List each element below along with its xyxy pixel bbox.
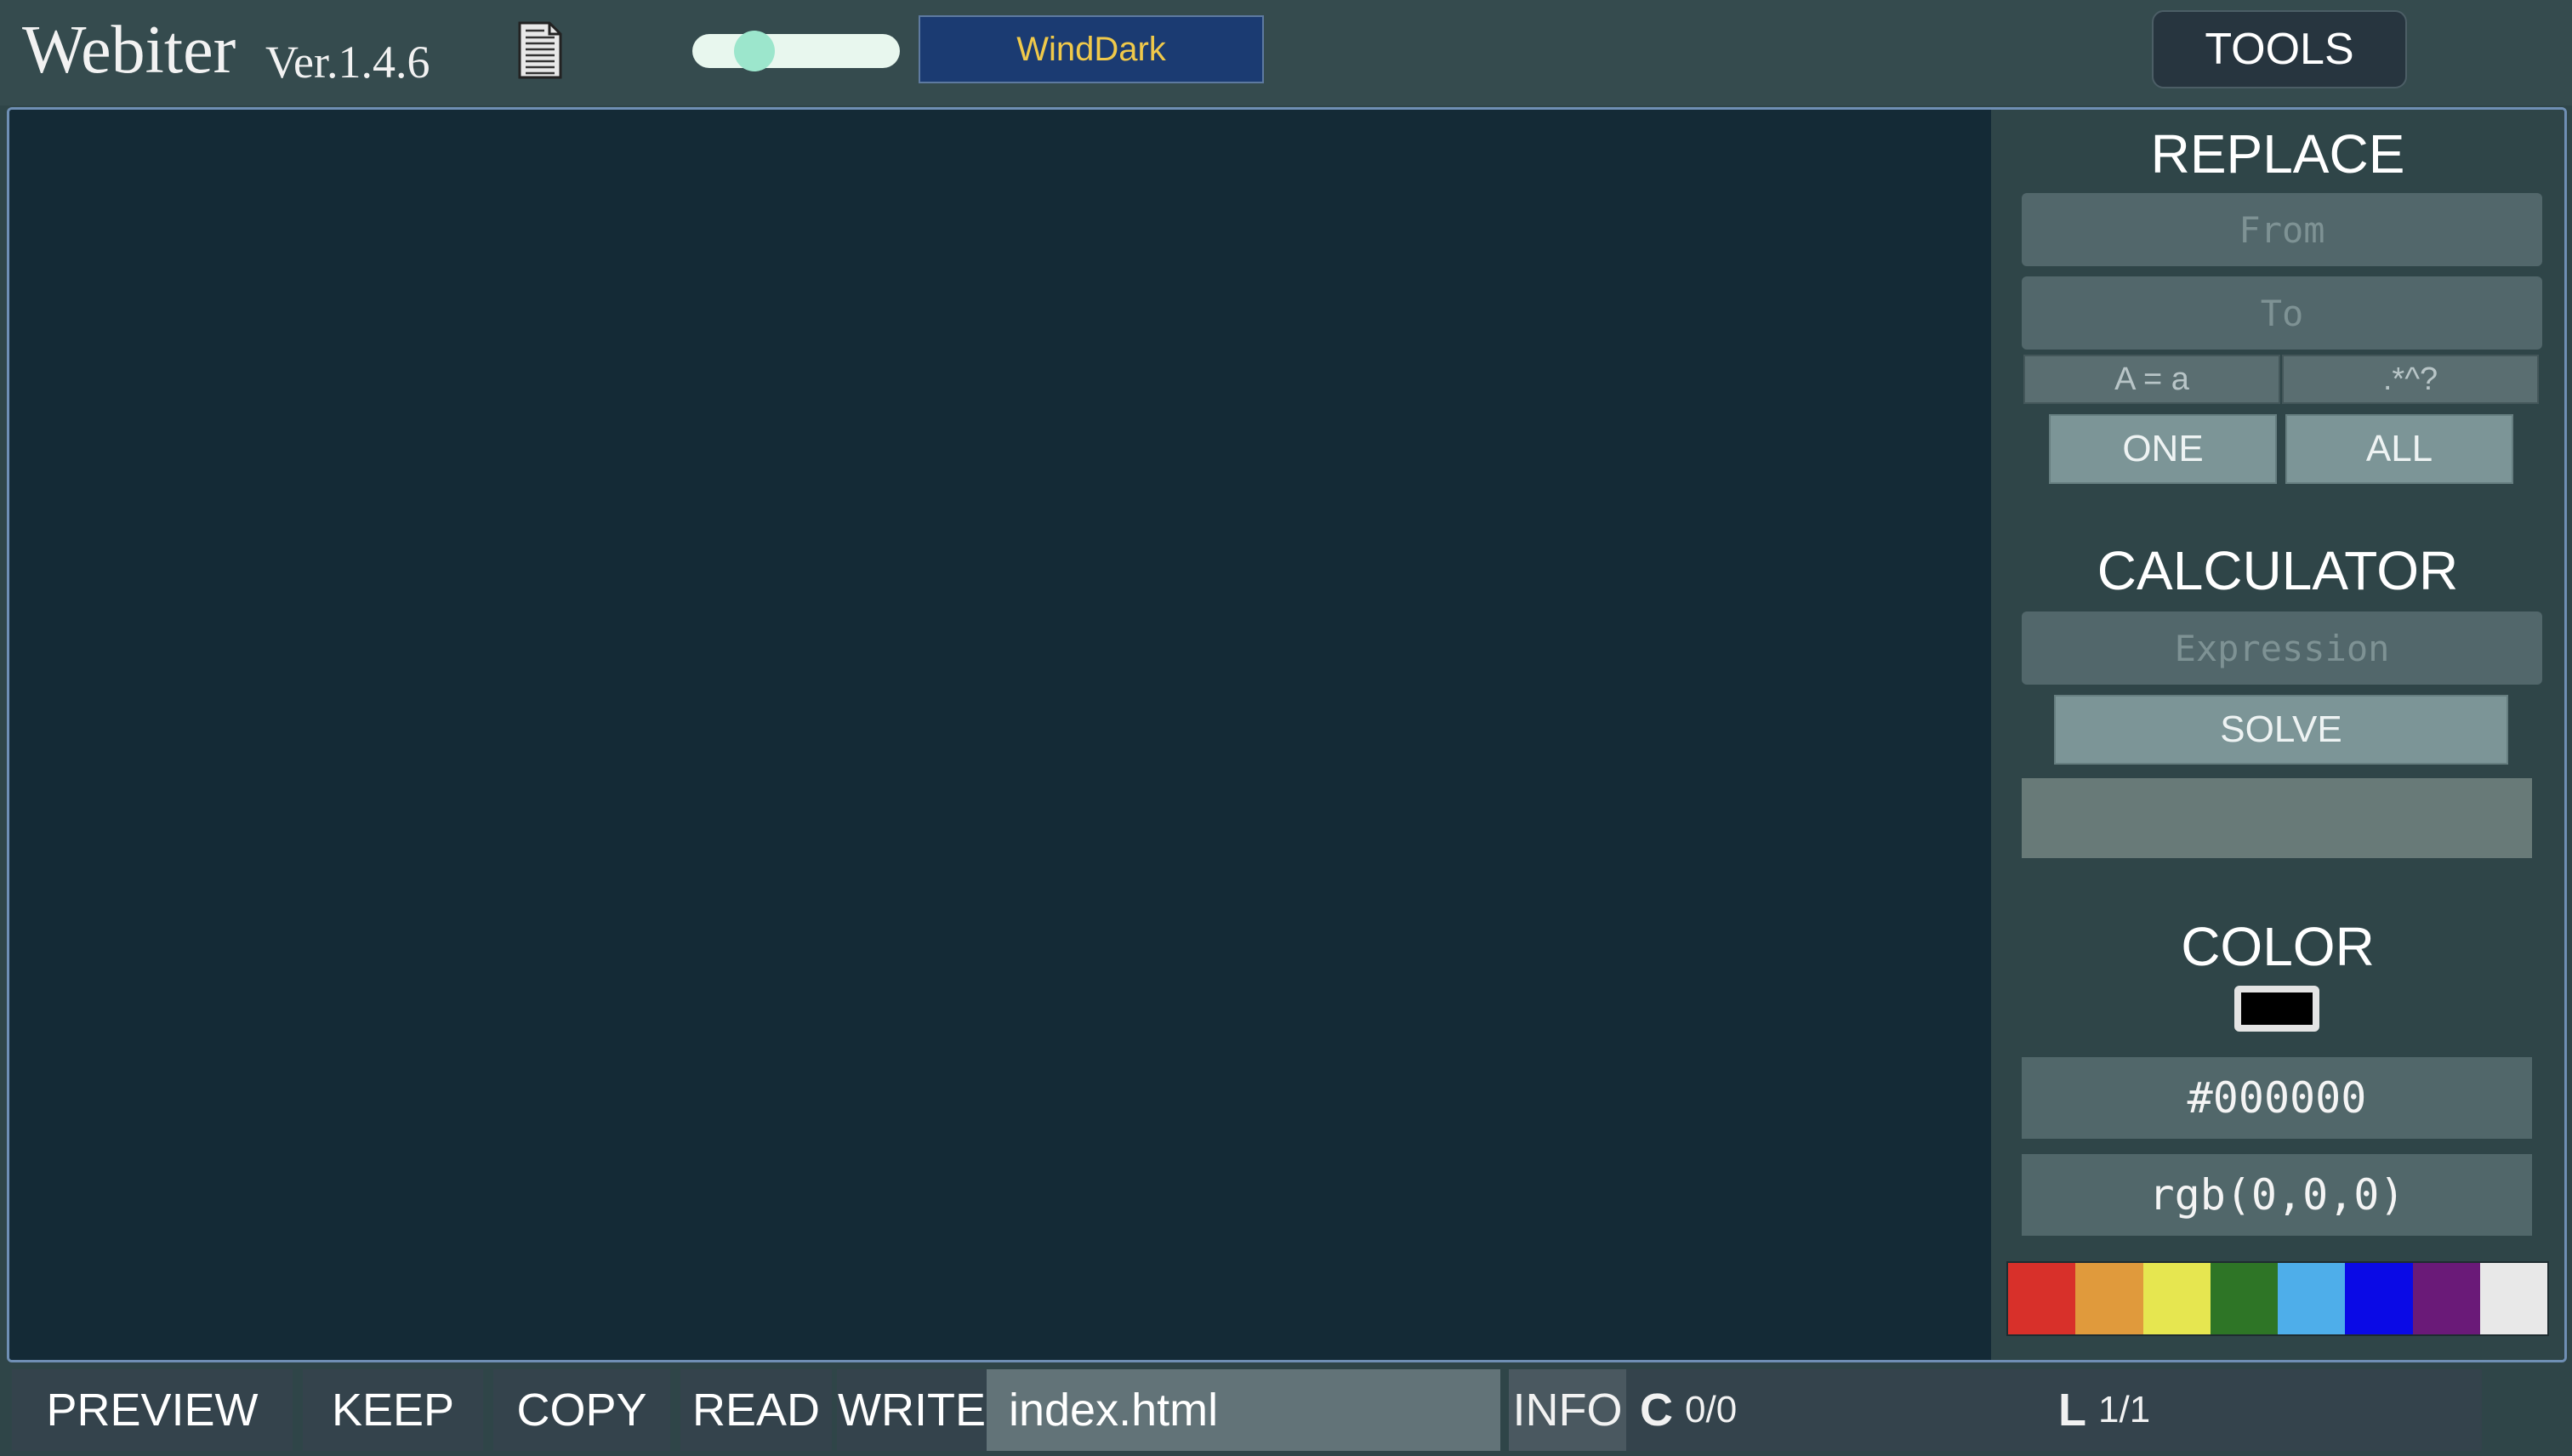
info-bar: INFO C 0/0 L 1/1 [1509, 1369, 2482, 1451]
theme-select[interactable]: WindDark [919, 15, 1264, 83]
document-icon[interactable] [517, 20, 563, 80]
calculator-result [2022, 778, 2532, 858]
palette-color-2[interactable] [2075, 1263, 2143, 1334]
preview-button[interactable]: PREVIEW [12, 1369, 293, 1451]
bottom-bar: PREVIEW KEEP COPY READ WRITE index.html … [0, 1364, 2572, 1456]
hex-value-field[interactable]: #000000 [2022, 1057, 2532, 1139]
replace-one-button[interactable]: ONE [2049, 414, 2277, 484]
replace-title: REPLACE [2150, 123, 2405, 185]
color-swatch[interactable] [2234, 986, 2319, 1032]
line-count: L 1/1 [2058, 1369, 2150, 1451]
regex-toggle[interactable]: .*^? [2282, 355, 2539, 404]
copy-button[interactable]: COPY [493, 1369, 670, 1451]
keep-button[interactable]: KEEP [303, 1369, 483, 1451]
color-title: COLOR [2181, 916, 2375, 977]
info-button[interactable]: INFO [1509, 1369, 1626, 1451]
code-editor[interactable] [9, 110, 1993, 1360]
palette-color-1[interactable] [2008, 1263, 2076, 1334]
char-count: C 0/0 [1640, 1369, 1737, 1451]
char-count-value: 0/0 [1685, 1389, 1738, 1430]
top-bar: Webiter Ver.1.4.6 WindDark TOOLS [0, 0, 2572, 105]
expression-input[interactable]: Expression [2022, 611, 2542, 685]
calculator-title: CALCULATOR [2097, 540, 2459, 601]
line-count-value: 1/1 [2098, 1389, 2151, 1430]
palette-color-8[interactable] [2479, 1263, 2547, 1334]
app-version: Ver.1.4.6 [265, 37, 430, 88]
workspace: REPLACE From To A = a .*^? ONE ALL CALCU… [7, 107, 2567, 1362]
tools-button[interactable]: TOOLS [2152, 10, 2407, 88]
palette-color-7[interactable] [2412, 1263, 2480, 1334]
line-count-label: L [2058, 1385, 2086, 1436]
rgb-value-field[interactable]: rgb(0,0,0) [2022, 1154, 2532, 1236]
replace-from-input[interactable]: From [2022, 193, 2542, 266]
palette-color-4[interactable] [2210, 1263, 2278, 1334]
filename-input[interactable]: index.html [987, 1369, 1500, 1451]
palette-color-3[interactable] [2142, 1263, 2211, 1334]
font-size-slider[interactable] [692, 31, 900, 71]
slider-thumb[interactable] [734, 31, 775, 71]
color-palette [2006, 1261, 2549, 1336]
write-button[interactable]: WRITE [837, 1369, 987, 1451]
palette-color-6[interactable] [2345, 1263, 2413, 1334]
palette-color-5[interactable] [2278, 1263, 2346, 1334]
char-count-label: C [1640, 1385, 1673, 1436]
tools-panel: REPLACE From To A = a .*^? ONE ALL CALCU… [1991, 110, 2564, 1360]
replace-to-input[interactable]: To [2022, 276, 2542, 350]
replace-all-button[interactable]: ALL [2285, 414, 2513, 484]
read-button[interactable]: READ [680, 1369, 832, 1451]
app-title: Webiter [22, 13, 236, 88]
case-insensitive-toggle[interactable]: A = a [2023, 355, 2280, 404]
solve-button[interactable]: SOLVE [2054, 695, 2508, 765]
